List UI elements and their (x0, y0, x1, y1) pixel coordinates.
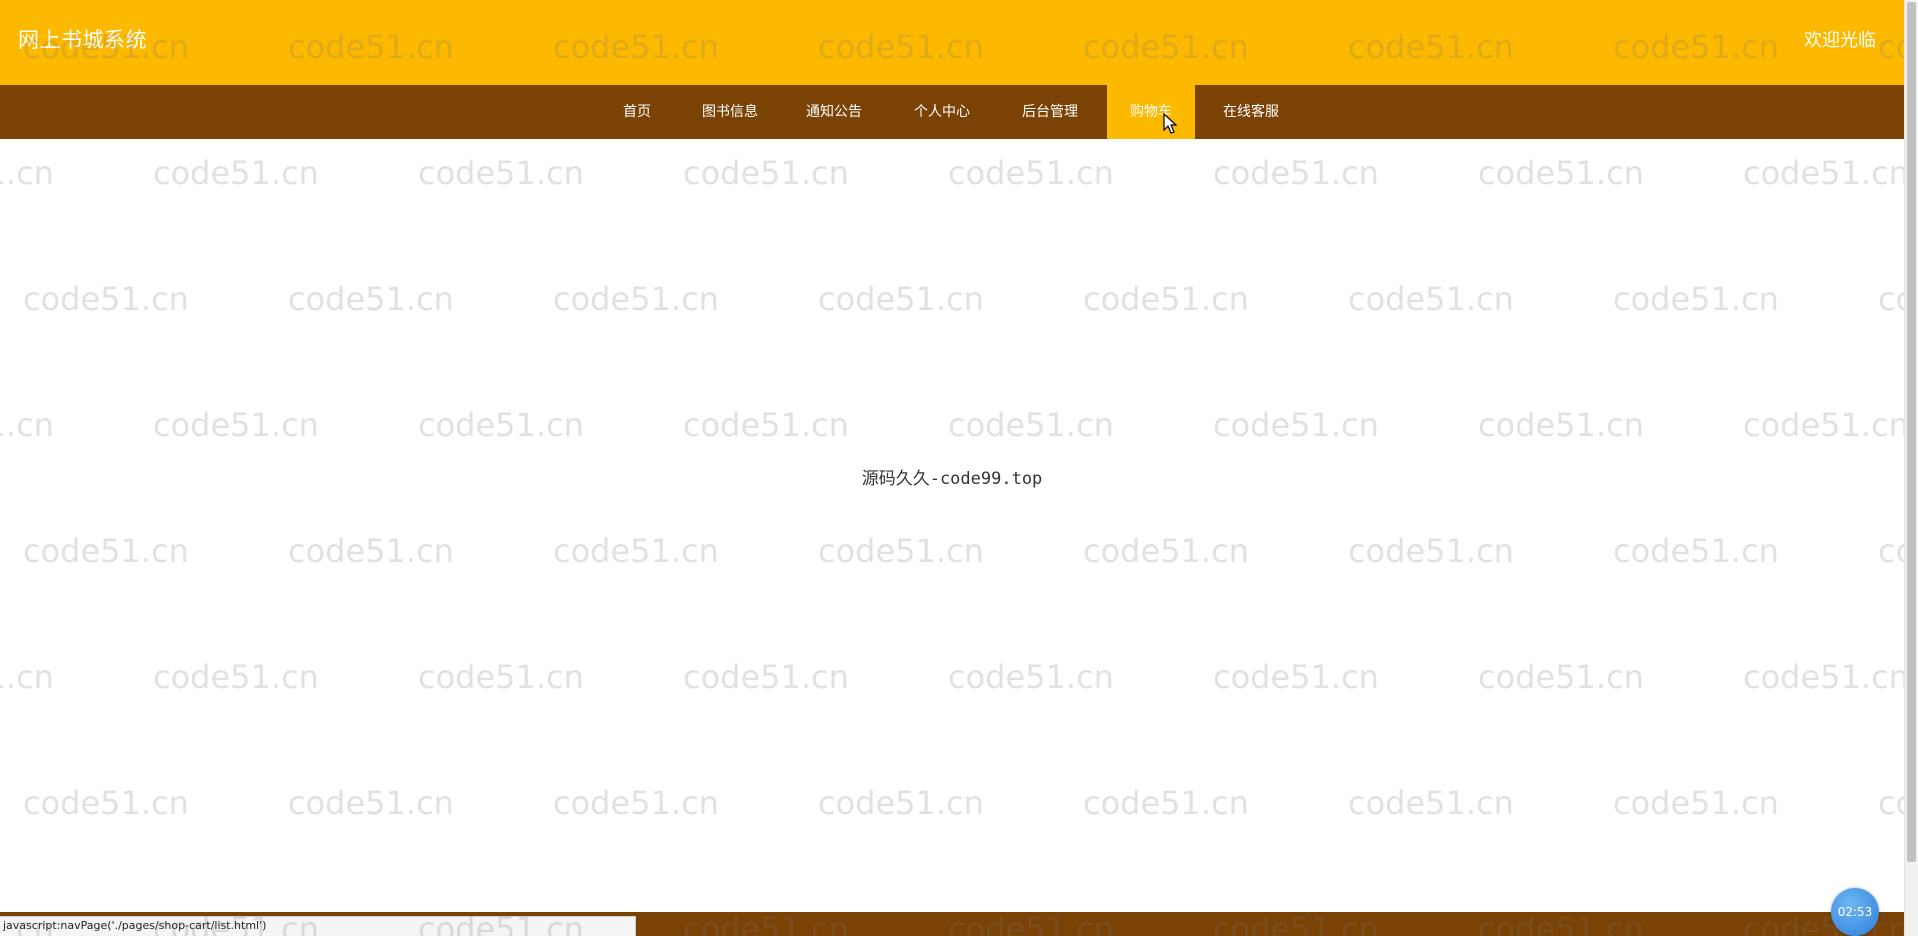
watermark-text: code51.cn (1213, 406, 1379, 444)
watermark-text: code51.cn (948, 658, 1114, 696)
page: 网上书城系统 欢迎光临 首页 图书信息 通知公告 个人中心 后台管理 购物车 在… (0, 0, 1918, 936)
welcome-text: 欢迎光临 (1804, 30, 1876, 51)
nav-item-personal-center[interactable]: 个人中心 (904, 85, 980, 139)
main-nav: 首页 图书信息 通知公告 个人中心 后台管理 购物车 在线客服 (0, 85, 1904, 139)
watermark-text: code51.cn (153, 658, 319, 696)
watermark-text: code51.cn (553, 532, 719, 570)
watermark-text: code51.cn (418, 154, 584, 192)
watermark-text: code51.cn (1083, 280, 1249, 318)
watermark-text: code51.cn (288, 532, 454, 570)
watermark-text: code51.cn (1613, 280, 1779, 318)
watermark-text: code51.cn (553, 784, 719, 822)
nav-item-admin[interactable]: 后台管理 (1012, 85, 1088, 139)
watermark-text: code51.cn (418, 658, 584, 696)
watermark-text: code51.cn (0, 658, 54, 696)
watermark-text: code51.cn (1613, 532, 1779, 570)
watermark-text: code51.cn (948, 406, 1114, 444)
center-text: 源码久久-code99.top (861, 469, 1043, 489)
vertical-scrollbar[interactable] (1904, 0, 1918, 936)
watermark-text: code51.cn (1348, 532, 1514, 570)
watermark-text: code51.cn (0, 406, 54, 444)
watermark-text: code51.cn (1613, 784, 1779, 822)
nav-item-home[interactable]: 首页 (612, 85, 662, 139)
watermark-text: code51.cn (553, 280, 719, 318)
watermark-text: code51.cn (1478, 154, 1644, 192)
watermark-text: code51.cn (1348, 784, 1514, 822)
watermark-text: code51.cn (683, 658, 849, 696)
watermark-text: code51.cn (23, 784, 189, 822)
watermark-text: code51.cn (153, 154, 319, 192)
watermark-text: code51.cn (1213, 154, 1379, 192)
site-title[interactable]: 网上书城系统 (18, 24, 147, 54)
top-header: 网上书城系统 欢迎光临 (0, 0, 1904, 85)
watermark-text: code51.cn (1743, 658, 1909, 696)
watermark-text: code51.cn (1083, 532, 1249, 570)
watermark-text: code51.cn (153, 406, 319, 444)
watermark-text: code51.cn (288, 280, 454, 318)
watermark-text: code51.cn (818, 280, 984, 318)
watermark-text: code51.cn (23, 532, 189, 570)
scrollbar-thumb[interactable] (1907, 2, 1916, 862)
watermark-text: code51.cn (1083, 784, 1249, 822)
nav-item-shopping-cart[interactable]: 购物车 (1107, 85, 1195, 139)
watermark-text: code51.cn (948, 154, 1114, 192)
nav-item-notices[interactable]: 通知公告 (796, 85, 872, 139)
watermark-text: code51.cn (818, 532, 984, 570)
watermark-text: code51.cn (1743, 406, 1909, 444)
watermark-text: code51.cn (818, 784, 984, 822)
nav-item-book-info[interactable]: 图书信息 (692, 85, 768, 139)
status-bar-url: javascript:navPage('./pages/shop-cart/li… (0, 916, 636, 936)
watermark-text: code51.cn (1478, 658, 1644, 696)
watermark-text: code51.cn (683, 154, 849, 192)
watermark-text: code51.cn (418, 406, 584, 444)
watermark-text: code51.cn (1743, 154, 1909, 192)
watermark-text: code51.cn (1478, 406, 1644, 444)
watermark-text: code51.cn (1348, 280, 1514, 318)
watermark-text: code51.cn (288, 784, 454, 822)
watermark-text: code51.cn (0, 154, 54, 192)
mouse-cursor-icon (1163, 113, 1177, 134)
nav-item-online-service[interactable]: 在线客服 (1213, 85, 1289, 139)
watermark-text: code51.cn (23, 280, 189, 318)
watermark-text: code51.cn (683, 406, 849, 444)
watermark-text: code51.cn (1213, 658, 1379, 696)
timer-badge[interactable]: 02:53 (1831, 888, 1879, 936)
